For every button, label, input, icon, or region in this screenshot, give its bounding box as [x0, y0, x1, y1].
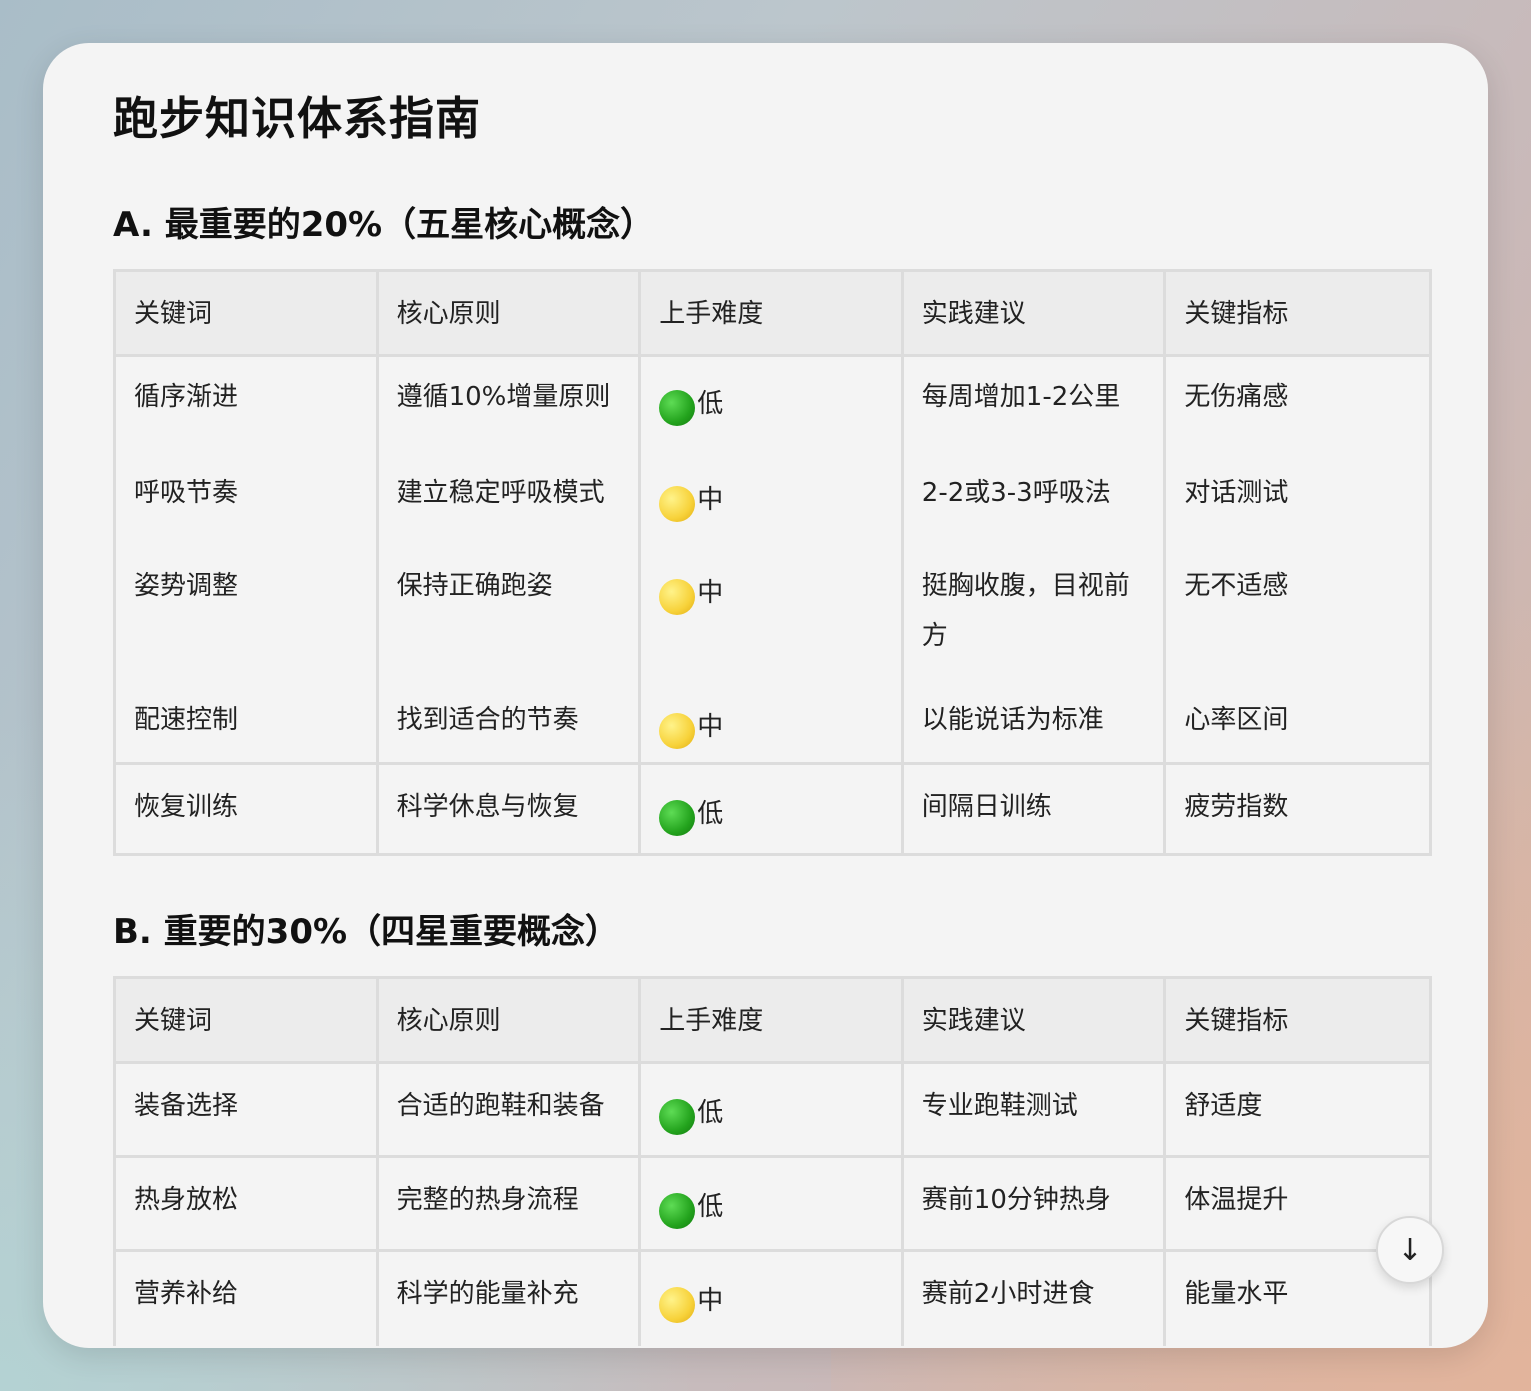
cell-difficulty: 中 [641, 445, 904, 539]
cell-advice: 2-2或3-3呼吸法 [904, 445, 1167, 539]
cell-difficulty: 低 [641, 1064, 904, 1158]
table-row: 姿势调整 保持正确跑姿 中 挺胸收腹，目视前方 无不适感 [116, 539, 1429, 682]
cell-principle: 科学休息与恢复 [378, 762, 642, 856]
cell-difficulty: 中 [641, 1252, 904, 1346]
cell-principle: 保持正确跑姿 [379, 539, 642, 682]
difficulty-label: 中 [697, 578, 724, 608]
scroll-down-button[interactable]: ↓ [1376, 1216, 1444, 1284]
difficulty-label: 中 [697, 1286, 724, 1316]
cell-metric: 心率区间 [1184, 705, 1289, 735]
cell-metric: 无伤痛感 [1184, 382, 1289, 412]
table-header-row: 关键词 核心原则 上手难度 实践建议 关键指标 [116, 976, 1429, 1064]
section-a-table: 关键词 核心原则 上手难度 实践建议 关键指标 循序渐进 遵循10%增量原则 低… [113, 269, 1432, 856]
header-difficulty: 上手难度 [641, 976, 904, 1064]
cell-advice: 赛前10分钟热身 [903, 1158, 1167, 1252]
cell-keyword: 姿势调整 [116, 539, 379, 682]
difficulty-label: 中 [697, 712, 724, 742]
cell-principle: 科学的能量补充 [379, 1252, 642, 1346]
yellow-circle-icon [659, 579, 696, 615]
cell-principle: 合适的跑鞋和装备 [378, 1064, 642, 1158]
header-advice: 实践建议 [903, 269, 1167, 357]
cell-keyword: 热身放松 [116, 1158, 379, 1252]
table-row: 循序渐进 遵循10%增量原则 低 每周增加1-2公里 无伤痛感 [116, 357, 1429, 445]
green-circle-icon [659, 1099, 696, 1135]
section-b-title: B. 重要的30%（四星重要概念） [113, 912, 620, 952]
cell-metric: 对话测试 [1184, 478, 1289, 508]
cell-metric: 舒适度 [1166, 1064, 1429, 1158]
table-header-row: 关键词 核心原则 上手难度 实践建议 关键指标 [116, 269, 1429, 357]
header-metric: 关键指标 [1166, 269, 1429, 357]
cell-difficulty: 低 [641, 762, 904, 856]
cell-advice: 挺胸收腹，目视前方 [904, 539, 1167, 682]
cell-keyword: 配速控制 [116, 682, 379, 762]
header-principle: 核心原则 [378, 269, 642, 357]
header-metric: 关键指标 [1166, 976, 1429, 1064]
header-advice: 实践建议 [903, 976, 1167, 1064]
cell-keyword: 呼吸节奏 [116, 445, 379, 539]
cell-advice: 间隔日训练 [903, 762, 1167, 856]
cell-keyword: 营养补给 [116, 1252, 379, 1346]
yellow-circle-icon [659, 1287, 696, 1323]
cell-principle: 建立稳定呼吸模式 [379, 445, 642, 539]
content-card: 跑步知识体系指南 A. 最重要的20%（五星核心概念） 关键词 核心原则 上手难… [43, 43, 1488, 1348]
section-a-title: A. 最重要的20%（五星核心概念） [113, 205, 655, 245]
document-body: 跑步知识体系指南 A. 最重要的20%（五星核心概念） 关键词 核心原则 上手难… [113, 87, 1432, 1346]
section-b-table: 关键词 核心原则 上手难度 实践建议 关键指标 装备选择 合适的跑鞋和装备 低 … [113, 976, 1432, 1346]
cell-advice: 每周增加1-2公里 [904, 357, 1167, 445]
cell-principle: 完整的热身流程 [378, 1158, 642, 1252]
page-title: 跑步知识体系指南 [113, 92, 482, 145]
cell-difficulty: 低 [641, 357, 904, 445]
difficulty-label: 低 [697, 1192, 724, 1222]
cell-keyword: 装备选择 [116, 1064, 379, 1158]
difficulty-label: 中 [697, 485, 724, 515]
table-row: 恢复训练 科学休息与恢复 低 间隔日训练 疲劳指数 [116, 762, 1429, 856]
cell-metric: 无不适感 [1184, 571, 1289, 601]
table-row: 呼吸节奏 建立稳定呼吸模式 中 2-2或3-3呼吸法 对话测试 [116, 445, 1429, 539]
header-principle: 核心原则 [378, 976, 642, 1064]
cell-difficulty: 低 [641, 1158, 904, 1252]
table-row: 装备选择 合适的跑鞋和装备 低 专业跑鞋测试 舒适度 [116, 1064, 1429, 1158]
yellow-circle-icon [659, 486, 696, 522]
cell-difficulty: 中 [641, 539, 904, 682]
cell-principle: 遵循10%增量原则 [379, 357, 642, 445]
cell-difficulty: 中 [641, 682, 904, 762]
green-circle-icon [659, 390, 696, 426]
cell-advice: 赛前2小时进食 [904, 1252, 1167, 1346]
cell-advice: 专业跑鞋测试 [903, 1064, 1167, 1158]
header-difficulty: 上手难度 [641, 269, 904, 357]
yellow-circle-icon [659, 713, 696, 749]
green-circle-icon [659, 1193, 696, 1229]
difficulty-label: 低 [697, 389, 724, 419]
green-circle-icon [659, 800, 696, 836]
difficulty-label: 低 [697, 799, 724, 829]
cell-principle: 找到适合的节奏 [379, 682, 642, 762]
cell-keyword: 循序渐进 [116, 357, 379, 445]
cell-keyword: 恢复训练 [116, 762, 379, 856]
table-row: 热身放松 完整的热身流程 低 赛前10分钟热身 体温提升 [116, 1158, 1429, 1252]
cell-advice: 以能说话为标准 [904, 682, 1167, 762]
arrow-down-icon: ↓ [1397, 1232, 1423, 1268]
table-row: 配速控制 找到适合的节奏 中 以能说话为标准 心率区间 [116, 682, 1429, 762]
cell-metric: 疲劳指数 [1166, 762, 1429, 856]
header-keyword: 关键词 [116, 269, 379, 357]
header-keyword: 关键词 [116, 976, 379, 1064]
difficulty-label: 低 [697, 1098, 724, 1128]
table-row: 营养补给 科学的能量补充 中 赛前2小时进食 能量水平 [116, 1252, 1429, 1346]
